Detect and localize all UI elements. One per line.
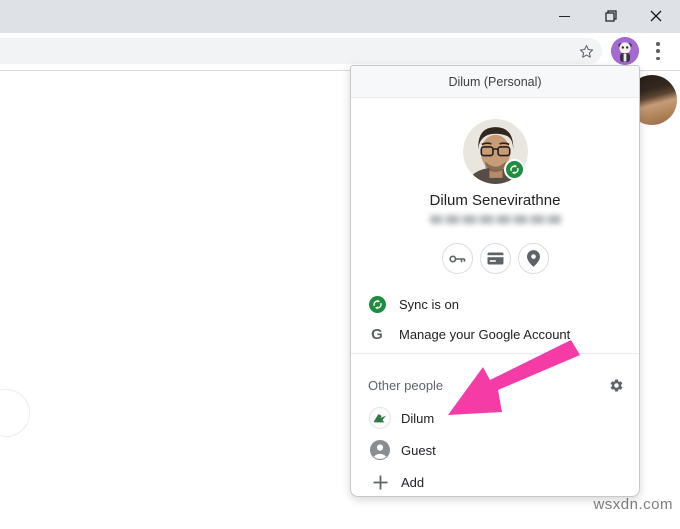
gear-icon: [610, 379, 622, 391]
close-icon: [650, 10, 662, 22]
manage-people-button[interactable]: [606, 375, 626, 395]
card-icon: [487, 252, 503, 265]
window-titlebar: [0, 0, 680, 33]
guest-profile-label: Guest: [401, 442, 436, 458]
star-icon: [579, 44, 593, 58]
guest-icon-wrap: [369, 439, 391, 461]
guest-icon: [370, 440, 390, 460]
plant-avatar-wrap: [369, 407, 391, 429]
sync-icon: [510, 164, 519, 175]
other-people-title: Other people: [368, 377, 444, 393]
window-close-button[interactable]: [641, 4, 671, 28]
window-minimize-button[interactable]: [549, 4, 579, 28]
plus-icon: [373, 475, 387, 489]
minimize-icon: [558, 15, 570, 17]
google-g-icon: G: [371, 325, 383, 343]
current-profile-label: Dilum (Personal): [448, 74, 542, 89]
browser-menu-button[interactable]: [653, 41, 663, 61]
avatar-sync-badge: [504, 159, 525, 180]
add-person-label: Add: [401, 474, 425, 490]
sync-on-icon: [368, 295, 386, 313]
page-circle-element: [0, 389, 30, 437]
profile-menu-popup: Dilum (Personal) Dilum Senevirathne Sync…: [350, 65, 640, 497]
location-pin-icon: [526, 250, 540, 267]
other-profile-dilum[interactable]: Dilum: [351, 404, 639, 432]
window-maximize-button[interactable]: [596, 4, 626, 28]
addresses-button[interactable]: [517, 243, 549, 274]
profile-menu-header: Dilum (Personal): [351, 66, 639, 98]
add-person-item[interactable]: Add: [351, 468, 639, 496]
plant-avatar: [369, 407, 391, 429]
guest-profile-item[interactable]: Guest: [351, 436, 639, 464]
sync-on-icon-wrap: [368, 295, 386, 313]
popup-divider: [351, 353, 639, 354]
watermark: wsxdn.com: [593, 496, 673, 513]
payment-methods-button[interactable]: [479, 243, 511, 274]
plus-icon-wrap: [369, 471, 391, 493]
key-icon: [448, 255, 465, 262]
bookmark-button[interactable]: [575, 40, 597, 62]
account-name: Dilum Senevirathne: [429, 192, 561, 209]
account-shortcuts: [351, 243, 639, 275]
other-people-header: Other people: [351, 372, 639, 398]
panda-avatar: [611, 37, 639, 65]
manage-google-account-label: Manage your Google Account: [399, 326, 571, 342]
account-email-blurred: [430, 215, 562, 224]
passwords-button[interactable]: [441, 243, 473, 274]
other-profile-dilum-label: Dilum: [401, 410, 435, 426]
sync-status-item[interactable]: Sync is on: [351, 291, 639, 317]
kebab-menu-icon: [656, 42, 660, 46]
profile-toolbar-button[interactable]: [611, 37, 639, 65]
address-bar[interactable]: [0, 38, 602, 64]
maximize-restore-icon: [605, 10, 617, 22]
manage-google-account-item[interactable]: G Manage your Google Account: [351, 321, 639, 347]
sync-status-label: Sync is on: [399, 296, 459, 312]
